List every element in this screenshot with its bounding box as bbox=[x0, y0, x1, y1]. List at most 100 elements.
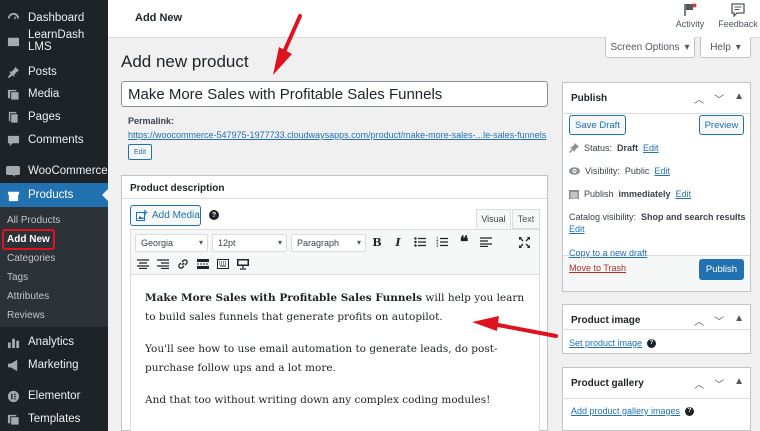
screen-options-button[interactable]: Screen Options ▾ bbox=[605, 37, 695, 58]
sidebar-item-label: Elementor bbox=[28, 390, 81, 402]
caret-down-icon: ▾ bbox=[356, 238, 361, 247]
move-to-trash-link[interactable]: Move to Trash bbox=[569, 263, 626, 273]
edit-permalink-button[interactable]: Edit bbox=[128, 144, 152, 160]
sidebar-item-pages[interactable]: Pages bbox=[0, 105, 108, 129]
submenu-all-products[interactable]: All Products bbox=[0, 211, 108, 230]
publish-button[interactable]: Publish bbox=[699, 259, 744, 280]
edit-catalog-link[interactable]: Edit bbox=[569, 224, 585, 234]
flag-icon bbox=[684, 3, 697, 16]
chevron-up-icon[interactable]: ︿ bbox=[694, 91, 704, 106]
tab-text[interactable]: Text bbox=[512, 209, 540, 229]
add-gallery-images-link[interactable]: Add product gallery images bbox=[571, 406, 680, 416]
sidebar-item-comments[interactable]: Comments bbox=[0, 128, 108, 152]
chevron-down-icon[interactable]: ﹀ bbox=[714, 313, 724, 328]
submenu-categories[interactable]: Categories bbox=[0, 249, 108, 268]
activity-label: Activity bbox=[675, 19, 705, 29]
edit-status-link[interactable]: Edit bbox=[643, 143, 659, 153]
sidebar-item-label: Dashboard bbox=[28, 12, 85, 24]
caret-down-icon: ▾ bbox=[684, 41, 690, 53]
format-select[interactable]: Paragraph ▾ bbox=[291, 234, 366, 252]
save-draft-button[interactable]: Save Draft bbox=[569, 115, 626, 135]
sidebar-item-products[interactable]: Products bbox=[0, 183, 108, 207]
permalink-slug: make-more-sales-...le-sales-funnels bbox=[403, 130, 547, 140]
help-button[interactable]: Help ▾ bbox=[700, 37, 751, 58]
permalink-link[interactable]: https://woocommerce-547975-1977733.cloud… bbox=[128, 130, 546, 140]
font-size-select[interactable]: 12pt ▾ bbox=[212, 234, 287, 252]
divider bbox=[563, 398, 750, 399]
sidebar-item-elementor[interactable]: Elementor bbox=[0, 384, 108, 408]
align-left-icon[interactable] bbox=[478, 234, 494, 250]
sidebar-item-label: Posts bbox=[28, 66, 57, 78]
font-family-select[interactable]: Georgia ▾ bbox=[135, 234, 208, 252]
preview-button[interactable]: Preview bbox=[699, 115, 744, 135]
link-icon[interactable] bbox=[175, 256, 191, 272]
italic-icon[interactable]: I bbox=[390, 234, 406, 250]
toggle-arrow-icon[interactable]: ▲ bbox=[734, 91, 744, 106]
tab-visual[interactable]: Visual bbox=[476, 209, 511, 229]
editor-content[interactable]: Make More Sales with Profitable Sales Fu… bbox=[130, 275, 540, 431]
permalink-label: Permalink: bbox=[128, 116, 175, 126]
arrow-to-title-head bbox=[273, 47, 292, 75]
woocommerce-icon bbox=[6, 164, 20, 178]
keyboard-icon[interactable] bbox=[215, 256, 231, 272]
submenu-attributes[interactable]: Attributes bbox=[0, 287, 108, 306]
bullet-list-icon[interactable] bbox=[412, 234, 428, 250]
catalog-visibility-row: Catalog visibility: Shop and search resul… bbox=[569, 212, 746, 222]
page-title: Add new product bbox=[121, 52, 249, 71]
sidebar-item-posts[interactable]: Posts bbox=[0, 60, 108, 84]
activity-button[interactable]: Activity bbox=[668, 3, 712, 35]
read-more-icon[interactable] bbox=[195, 256, 211, 272]
help-icon[interactable]: ? bbox=[685, 406, 695, 416]
product-description-title: Product description bbox=[130, 183, 225, 194]
add-media-icon bbox=[136, 210, 148, 221]
sidebar-item-woocommerce[interactable]: WooCommerce bbox=[0, 159, 108, 183]
edit-visibility-link[interactable]: Edit bbox=[654, 166, 670, 176]
pin-icon bbox=[569, 143, 579, 153]
active-indicator bbox=[102, 189, 108, 201]
set-image-row: Set product image ? bbox=[569, 338, 657, 348]
sidebar-item-learndash[interactable]: LearnDash LMS bbox=[0, 29, 108, 53]
sidebar-item-dashboard[interactable]: Dashboard bbox=[0, 6, 108, 30]
eye-icon bbox=[569, 167, 580, 175]
chevron-up-icon[interactable]: ︿ bbox=[694, 376, 704, 391]
sidebar-item-media[interactable]: Media bbox=[0, 82, 108, 106]
admin-sidebar: Dashboard LearnDash LMS Posts Media Page… bbox=[0, 0, 108, 431]
product-title-input[interactable]: Make More Sales with Profitable Sales Fu… bbox=[121, 81, 548, 107]
edit-publish-date-link[interactable]: Edit bbox=[676, 189, 692, 199]
help-icon[interactable]: ? bbox=[209, 210, 219, 220]
chevron-down-icon[interactable]: ﹀ bbox=[714, 91, 724, 106]
blockquote-icon[interactable]: ❝ bbox=[456, 234, 472, 251]
sidebar-item-marketing[interactable]: Marketing bbox=[0, 353, 108, 377]
add-media-label: Add Media bbox=[152, 210, 200, 221]
product-image-title: Product image bbox=[571, 315, 641, 326]
sidebar-item-templates[interactable]: Templates bbox=[0, 407, 108, 431]
sidebar-item-label: Analytics bbox=[28, 336, 75, 348]
align-right-icon[interactable] bbox=[155, 256, 171, 272]
toggle-arrow-icon[interactable]: ▲ bbox=[734, 376, 744, 391]
bold-icon[interactable]: B bbox=[369, 234, 385, 250]
sidebar-item-label: Pages bbox=[28, 111, 61, 123]
product-description-box: Product description Add Media ? Visual T… bbox=[121, 175, 548, 431]
elementor-icon bbox=[6, 389, 20, 403]
submenu-reviews[interactable]: Reviews bbox=[0, 306, 108, 325]
highlight-box bbox=[2, 229, 55, 250]
help-icon[interactable]: ? bbox=[647, 338, 657, 348]
add-media-button[interactable]: Add Media bbox=[130, 205, 201, 226]
caret-down-icon: ▾ bbox=[735, 41, 741, 53]
submenu-tags[interactable]: Tags bbox=[0, 268, 108, 287]
copy-draft-link[interactable]: Copy to a new draft bbox=[569, 248, 647, 258]
toolbar-toggle-icon[interactable] bbox=[235, 256, 251, 272]
align-center-icon[interactable] bbox=[135, 256, 151, 272]
chevron-down-icon[interactable]: ﹀ bbox=[714, 376, 724, 391]
caret-down-icon: ▾ bbox=[198, 238, 203, 247]
permalink-prefix: https://woocommerce-547975-1977733.cloud… bbox=[128, 130, 404, 140]
numbered-list-icon[interactable]: 123 bbox=[434, 234, 450, 250]
sidebar-item-analytics[interactable]: Analytics bbox=[0, 330, 108, 354]
set-product-image-link[interactable]: Set product image bbox=[569, 338, 642, 348]
feedback-button[interactable]: Feedback bbox=[716, 3, 760, 35]
feedback-icon bbox=[731, 3, 745, 17]
chevron-up-icon[interactable]: ︿ bbox=[694, 313, 704, 328]
toggle-arrow-icon[interactable]: ▲ bbox=[734, 313, 744, 328]
fullscreen-icon[interactable] bbox=[516, 234, 532, 250]
topbar-title: Add New bbox=[135, 12, 183, 24]
